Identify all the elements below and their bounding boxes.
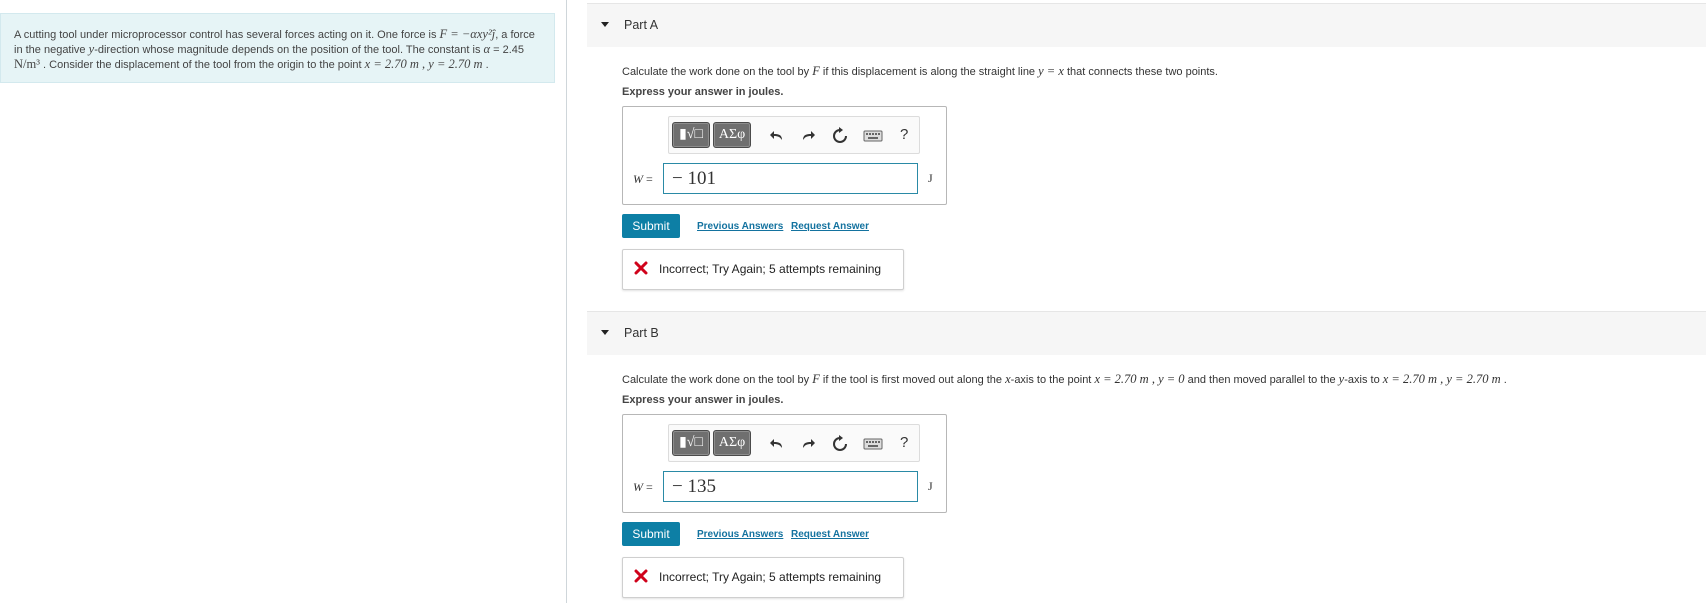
feedback-message: Incorrect; Try Again; 5 attempts remaini… <box>659 262 882 276</box>
part-b-question: Calculate the work done on the tool by F… <box>622 372 1507 387</box>
answer-input[interactable]: − 101 <box>663 163 918 194</box>
intermediate-point: x = 2.70 m , y = 0 <box>1094 372 1185 386</box>
problem-text: , a force <box>495 29 535 41</box>
answer-panel: ▮√□ ΑΣφ ? W = − 101 J <box>622 106 947 205</box>
problem-text: in the negative <box>14 44 89 56</box>
final-point: x = 2.70 m , y = 2.70 m <box>1382 372 1501 386</box>
help-button[interactable]: ? <box>900 126 908 143</box>
part-title: Part A <box>624 18 659 32</box>
line-equation: y = x <box>1038 64 1064 78</box>
equals-sign: = <box>646 480 653 494</box>
question-text: if the tool is first moved out along the <box>819 374 1006 386</box>
undo-icon[interactable] <box>768 435 786 453</box>
question-text: if this displacement is along the straig… <box>819 66 1039 78</box>
alpha-units: N/m³ <box>14 57 40 71</box>
template-button[interactable]: ▮√□ <box>672 122 710 148</box>
target-point: x = 2.70 m , y = 2.70 m <box>364 57 483 71</box>
unit-label: J <box>928 171 933 185</box>
undo-icon[interactable] <box>768 127 786 145</box>
problem-line-1: A cutting tool under microprocessor cont… <box>14 27 542 42</box>
part-a-question: Calculate the work done on the tool by F… <box>622 64 1218 79</box>
express-instruction: Express your answer in joules. <box>622 86 784 98</box>
question-text: and then moved parallel to the <box>1184 374 1339 386</box>
question-text: that connects these two points. <box>1063 66 1218 78</box>
question-text: -axis to <box>1344 374 1383 386</box>
variable-name: W <box>633 172 643 186</box>
problem-line-2: in the negative y-direction whose magnit… <box>14 42 542 57</box>
force-formula: F = −αxy²ĵ <box>439 27 496 41</box>
answer-panel: ▮√□ ΑΣφ ? W = − 135 J <box>622 414 947 513</box>
force-vector: F <box>812 64 820 78</box>
feedback-message: Incorrect; Try Again; 5 attempts remaini… <box>659 570 882 584</box>
force-vector: F <box>812 372 820 386</box>
reset-icon[interactable] <box>831 127 849 145</box>
question-text: Calculate the work done on the tool by <box>622 66 813 78</box>
part-title: Part B <box>624 326 659 340</box>
equals-sign: = <box>646 172 653 186</box>
previous-answers-link[interactable]: Previous Answers <box>697 221 783 232</box>
error-x-icon <box>634 261 648 275</box>
problem-text: -direction whose magnitude depends on th… <box>94 44 484 56</box>
question-text: Calculate the work done on the tool by <box>622 374 813 386</box>
problem-text: . Consider the displacement of the tool … <box>39 59 365 71</box>
submit-button[interactable]: Submit <box>622 214 680 238</box>
collapse-caret-icon[interactable] <box>601 22 609 27</box>
unit-label: J <box>928 479 933 493</box>
keyboard-icon[interactable] <box>863 127 883 145</box>
problem-text: . <box>482 59 489 71</box>
redo-icon[interactable] <box>799 435 817 453</box>
feedback-box: Incorrect; Try Again; 5 attempts remaini… <box>622 557 904 598</box>
problem-line-3: N/m³ . Consider the displacement of the … <box>14 57 542 72</box>
submit-button[interactable]: Submit <box>622 522 680 546</box>
question-text: -axis to the point <box>1010 374 1095 386</box>
symbols-button[interactable]: ΑΣφ <box>713 122 751 148</box>
request-answer-link[interactable]: Request Answer <box>791 529 869 540</box>
request-answer-link[interactable]: Request Answer <box>791 221 869 232</box>
previous-answers-link[interactable]: Previous Answers <box>697 529 783 540</box>
feedback-box: Incorrect; Try Again; 5 attempts remaini… <box>622 249 904 290</box>
variable-label: W = <box>633 172 653 187</box>
express-instruction: Express your answer in joules. <box>622 394 784 406</box>
template-button[interactable]: ▮√□ <box>672 430 710 456</box>
problem-statement: A cutting tool under microprocessor cont… <box>0 13 555 83</box>
column-divider <box>566 0 567 603</box>
alpha-value: = 2.45 <box>490 44 525 56</box>
help-button[interactable]: ? <box>900 434 908 451</box>
collapse-caret-icon[interactable] <box>601 330 609 335</box>
symbols-button[interactable]: ΑΣφ <box>713 430 751 456</box>
variable-label: W = <box>633 480 653 495</box>
answer-input[interactable]: − 135 <box>663 471 918 502</box>
question-text: . <box>1500 374 1507 386</box>
math-toolbar: ▮√□ ΑΣφ ? <box>668 116 920 154</box>
variable-name: W <box>633 480 643 494</box>
part-b-header[interactable]: Part B <box>587 311 1706 355</box>
part-a-header[interactable]: Part A <box>587 3 1706 47</box>
math-toolbar: ▮√□ ΑΣφ ? <box>668 424 920 462</box>
redo-icon[interactable] <box>799 127 817 145</box>
error-x-icon <box>634 569 648 583</box>
keyboard-icon[interactable] <box>863 435 883 453</box>
reset-icon[interactable] <box>831 435 849 453</box>
problem-text: A cutting tool under microprocessor cont… <box>14 29 440 41</box>
